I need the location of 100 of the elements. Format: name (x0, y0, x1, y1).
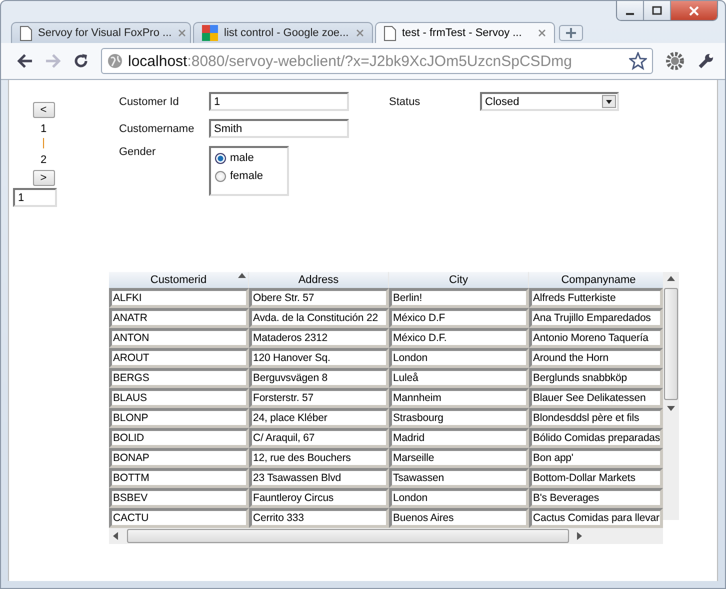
table-cell: Tsawassen (389, 468, 529, 488)
scroll-up-icon[interactable] (667, 276, 675, 282)
maximize-icon (651, 6, 663, 16)
column-header[interactable]: Address (249, 272, 389, 288)
table-cell: Ana Trujillo Emparedados (529, 308, 663, 328)
page-icon (20, 26, 32, 40)
table-cell: Blauer See Delikatessen (529, 388, 663, 408)
page-number[interactable]: 1 (40, 123, 47, 135)
radio-button[interactable] (215, 152, 226, 164)
horizontal-scrollbar[interactable] (109, 528, 663, 544)
table-cell: London (389, 488, 529, 508)
table-cell: Antonio Moreno Taquería (529, 328, 663, 348)
close-icon[interactable] (538, 29, 546, 37)
table-cell: 12, rue des Bouchers (249, 448, 389, 468)
address-bar[interactable]: localhost:8080/servoy-webclient/?x=J2bk9XcJOm5UzcnSpCSDmg (101, 48, 653, 74)
previous-button[interactable]: < (32, 102, 54, 118)
table-cell: Mannheim (389, 388, 529, 408)
table-cell: Forsterstr. 57 (249, 388, 389, 408)
column-header[interactable]: City (389, 272, 529, 288)
column-header[interactable]: Customerid (109, 272, 249, 288)
table-cell: BLAUS (109, 388, 249, 408)
gear-icon[interactable] (665, 51, 685, 71)
table-cell: AROUT (109, 348, 249, 368)
close-button[interactable] (671, 1, 717, 20)
globe-icon (107, 53, 123, 69)
field-label: Customername (119, 122, 196, 134)
table-cell: Luleå (389, 368, 529, 388)
table-cell: Cerrito 333 (249, 508, 389, 528)
table-cell: Berlin! (389, 288, 529, 308)
table-cell: Bólido Comidas preparadas (529, 428, 663, 448)
table-cell: 23 Tsawassen Blvd (249, 468, 389, 488)
table-cell: Berguvsvägen 8 (249, 368, 389, 388)
radio-option[interactable]: male (215, 152, 283, 164)
minimize-button[interactable] (617, 1, 644, 20)
field-label: Gender (119, 146, 157, 158)
table-cell: Bottom-Dollar Markets (529, 468, 663, 488)
status-dropdown[interactable]: Closed (480, 92, 619, 111)
table-cell: Bon app' (529, 448, 663, 468)
plus-icon (565, 27, 577, 39)
table-cell: Avda. de la Constitución 22 (249, 308, 389, 328)
url-text: localhost:8080/servoy-webclient/?x=J2bk9XcJOm5UzcnSpCSDmg (128, 52, 573, 70)
table-cell: BLONP (109, 408, 249, 428)
input-field[interactable]: 1 (209, 92, 349, 111)
table-cell: Around the Horn (529, 348, 663, 368)
table-cell: Marseille (389, 448, 529, 468)
table-cell: BONAP (109, 448, 249, 468)
table-cell: Alfreds Futterkiste (529, 288, 663, 308)
table-cell: ANATR (109, 308, 249, 328)
table-cell: México D.F (389, 308, 529, 328)
table-cell: BERGS (109, 368, 249, 388)
close-icon (688, 6, 700, 16)
close-icon[interactable] (356, 29, 364, 37)
radio-button[interactable] (215, 170, 226, 182)
table-cell: Cactus Comidas para llevar (529, 508, 663, 528)
google-icon (202, 25, 218, 41)
table-cell: Madrid (389, 428, 529, 448)
scroll-down-icon[interactable] (667, 406, 675, 412)
star-icon[interactable] (629, 52, 647, 70)
table-cell: México D.F. (389, 328, 529, 348)
table-cell: BSBEV (109, 488, 249, 508)
page-icon (384, 26, 396, 40)
page-field[interactable]: 1 (13, 188, 57, 207)
minimize-icon (626, 12, 634, 14)
table-cell: B's Beverages (529, 488, 663, 508)
table-cell: CACTU (109, 508, 249, 528)
next-button[interactable]: > (32, 170, 54, 186)
table-cell: Berglunds snabbköp (529, 368, 663, 388)
radio-option[interactable]: female (215, 170, 283, 182)
page-separator: | (42, 137, 45, 149)
table-cell: BOLID (109, 428, 249, 448)
table-cell: London (389, 348, 529, 368)
table-cell: BOTTM (109, 468, 249, 488)
field-label: Status (389, 96, 422, 108)
sort-arrow-icon (238, 273, 246, 278)
page-number[interactable]: 2 (40, 154, 47, 166)
table-cell: 120 Hanover Sq. (249, 348, 389, 368)
back-icon[interactable] (17, 54, 33, 68)
table-cell: ALFKI (109, 288, 249, 308)
new-tab-button[interactable] (559, 25, 583, 41)
wrench-icon[interactable] (697, 52, 715, 70)
browser-tab[interactable]: test - frmTest - Servoy ... (375, 22, 555, 43)
table-cell: Strasbourg (389, 408, 529, 428)
input-field[interactable]: Smith (209, 119, 349, 138)
table-cell: Fauntleroy Circus (249, 488, 389, 508)
table-cell: Obere Str. 57 (249, 288, 389, 308)
table-cell: ANTON (109, 328, 249, 348)
browser-tab[interactable]: Servoy for Visual FoxPro ... (11, 22, 191, 43)
maximize-button[interactable] (644, 1, 671, 20)
vertical-scrollbar[interactable] (663, 272, 679, 520)
table-cell: Mataderos 2312 (249, 328, 389, 348)
scroll-left-icon[interactable] (113, 532, 119, 540)
table-cell: 24, place Kléber (249, 408, 389, 428)
table-cell: Buenos Aires (389, 508, 529, 528)
table-cell: C/ Araquil, 67 (249, 428, 389, 448)
table-cell: Blondesddsl père et fils (529, 408, 663, 428)
field-label: Customer Id (119, 96, 180, 108)
close-icon[interactable] (178, 29, 186, 37)
browser-tab[interactable]: list control - Google zoe... (193, 22, 373, 43)
scroll-right-icon[interactable] (577, 532, 583, 540)
reload-icon[interactable] (73, 53, 89, 69)
